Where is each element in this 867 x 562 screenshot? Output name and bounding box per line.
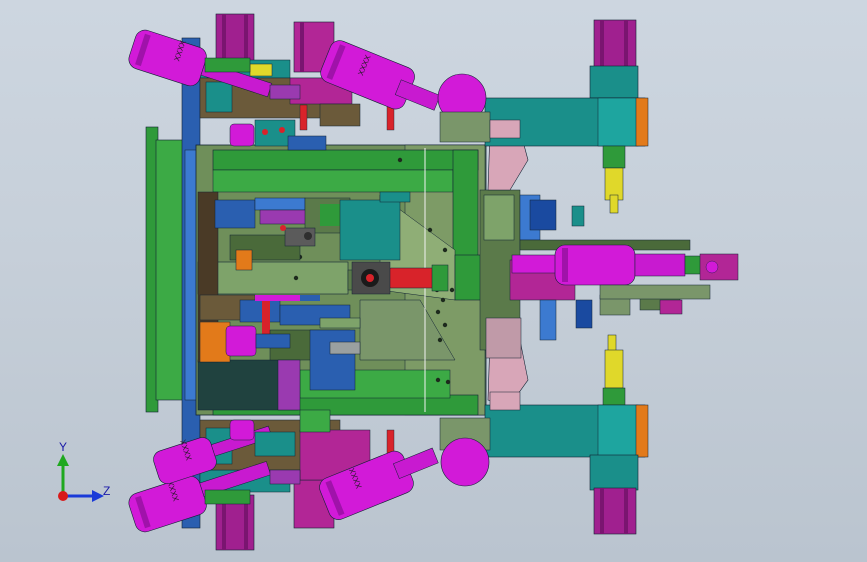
fixture-assembly-model[interactable]: XXXX XXXX XXXX XXXX XXXX: [0, 0, 867, 562]
orientation-triad: Y Z: [48, 440, 118, 510]
z-axis-label: Z: [103, 484, 111, 498]
graphics-viewport[interactable]: XXXX XXXX XXXX XXXX XXXX Y Z: [0, 0, 867, 562]
y-axis-label: Y: [59, 440, 68, 454]
